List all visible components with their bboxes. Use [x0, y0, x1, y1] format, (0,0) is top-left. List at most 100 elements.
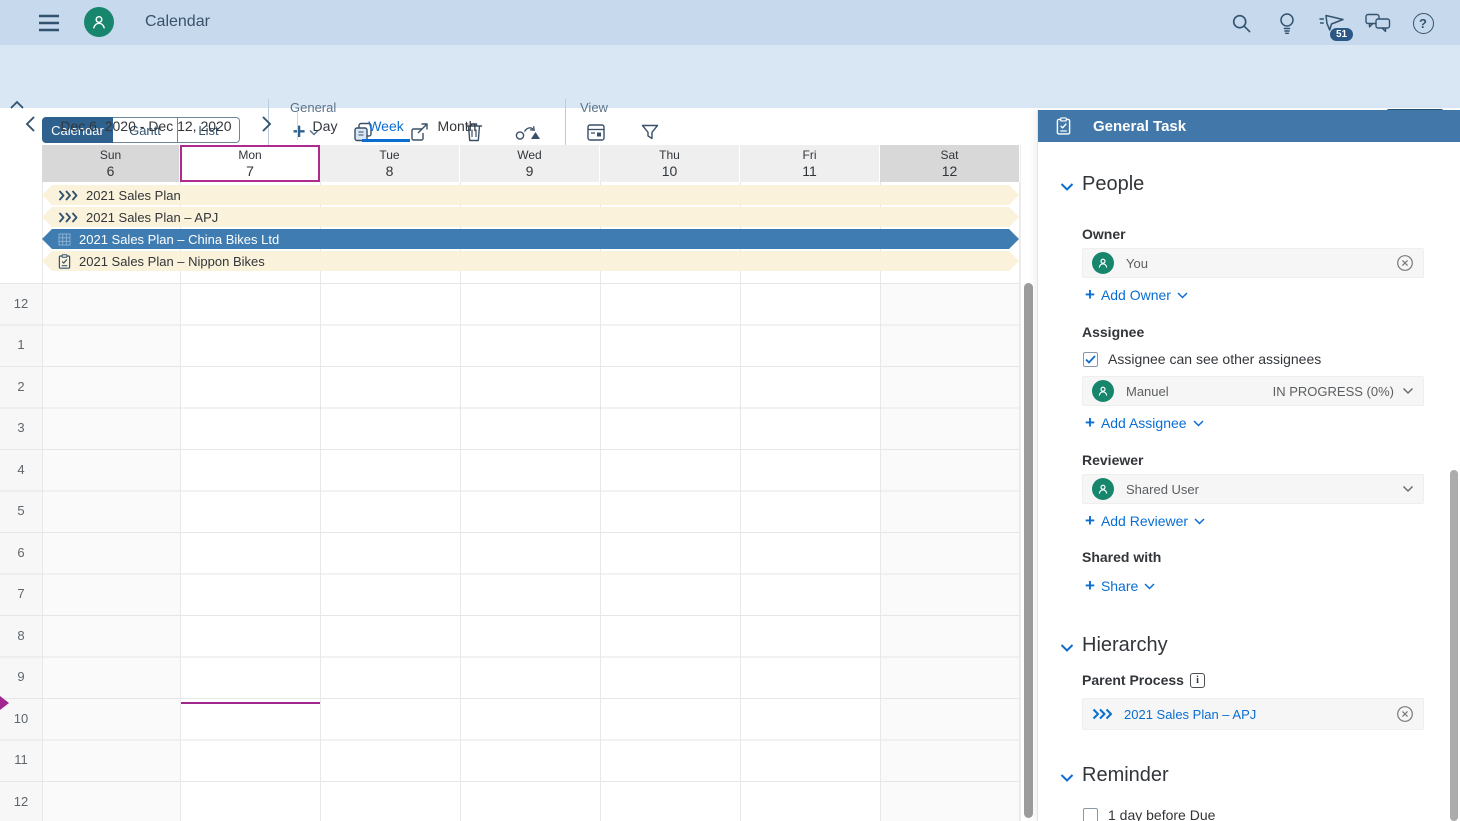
assignee-status: IN PROGRESS (0%) [1273, 384, 1394, 399]
reviewer-row[interactable]: Shared User [1082, 474, 1424, 504]
day-header-tue[interactable]: Tue 8 [320, 145, 460, 182]
hour-label: 3 [0, 407, 42, 448]
plus-icon: + [1085, 288, 1095, 302]
avatar-icon [1092, 252, 1114, 274]
suggestions-button[interactable] [1275, 11, 1299, 35]
collapse-reminder-chevron[interactable] [1060, 773, 1074, 783]
hamburger-icon [38, 14, 60, 32]
avatar-icon [1092, 478, 1114, 500]
person-icon [89, 12, 109, 32]
owner-name: You [1126, 256, 1148, 271]
event-2021-sales-plan[interactable]: 2021 Sales Plan [42, 185, 1019, 205]
reminder-option: 1 day before Due [1083, 807, 1215, 821]
convert-to-milestone-button[interactable] [515, 120, 541, 144]
owner-label: Owner [1082, 226, 1126, 242]
user-avatar[interactable] [84, 7, 114, 37]
date-range-label[interactable]: Dec 6, 2020 - Dec 12, 2020 [60, 118, 232, 134]
day-header-mon-selected[interactable]: Mon 7 [180, 145, 320, 182]
chevron-right-icon [262, 116, 272, 132]
event-2021-sales-plan-nippon-bikes[interactable]: 2021 Sales Plan – Nippon Bikes [42, 251, 1019, 271]
next-week-button[interactable] [259, 116, 275, 132]
remove-owner-button[interactable] [1396, 254, 1414, 272]
hour-label: 9 [0, 656, 42, 697]
time-grid[interactable] [0, 283, 1020, 821]
milestone-convert-icon [515, 123, 541, 141]
add-owner-button[interactable]: + Add Owner [1085, 287, 1188, 303]
search-button[interactable] [1229, 11, 1253, 35]
chevron-left-icon [25, 116, 35, 132]
reviewer-name: Shared User [1126, 482, 1199, 497]
task-clipboard-icon [1056, 117, 1071, 135]
calendar-view-icon [586, 122, 606, 142]
event-2021-sales-plan-apj[interactable]: 2021 Sales Plan – APJ [42, 207, 1019, 227]
plus-icon: + [1085, 579, 1095, 593]
calendar-app: Calendar 51 ? [0, 0, 1460, 821]
hour-label: 7 [0, 573, 42, 614]
hour-label: 2 [0, 366, 42, 407]
event-title: 2021 Sales Plan [86, 188, 181, 203]
task-clipboard-icon [58, 254, 71, 269]
app-title: Calendar [145, 13, 210, 31]
tab-day[interactable]: Day [308, 118, 342, 134]
search-icon [1231, 13, 1252, 34]
day-header-sat[interactable]: Sat 12 [880, 145, 1020, 182]
help-button[interactable]: ? [1411, 11, 1435, 35]
selected-tab-underline [362, 139, 410, 142]
reviewer-dropdown-chevron[interactable] [1402, 485, 1414, 493]
day-header-fri[interactable]: Fri 11 [740, 145, 880, 182]
add-assignee-button[interactable]: + Add Assignee [1085, 415, 1204, 431]
status-dropdown-chevron[interactable] [1402, 387, 1414, 395]
hour-label: 11 [0, 739, 42, 780]
parent-process-label: Parent Process i [1082, 672, 1205, 688]
grid-icon [58, 233, 71, 246]
filter-button[interactable] [637, 120, 663, 144]
event-title: 2021 Sales Plan – APJ [86, 210, 218, 225]
lightbulb-icon [1278, 12, 1296, 35]
calendar-scrollbar-thumb[interactable] [1024, 283, 1033, 818]
assignee-visibility-text: Assignee can see other assignees [1108, 351, 1321, 367]
tab-month[interactable]: Month [434, 118, 480, 134]
info-icon[interactable]: i [1190, 673, 1205, 688]
hour-label: 8 [0, 615, 42, 656]
triple-chevron-icon [58, 212, 78, 223]
plus-icon: + [1085, 514, 1095, 528]
day-header-wed[interactable]: Wed 9 [460, 145, 600, 182]
share-button[interactable]: + Share [1085, 578, 1155, 594]
parent-process-row: 2021 Sales Plan – APJ [1082, 698, 1424, 730]
collapse-hierarchy-chevron[interactable] [1060, 643, 1074, 653]
avatar-icon [1092, 380, 1114, 402]
hour-label: 12 [0, 283, 42, 324]
hour-label: 6 [0, 532, 42, 573]
assignee-row[interactable]: Manuel IN PROGRESS (0%) [1082, 376, 1424, 406]
hierarchy-section-heading: Hierarchy [1082, 634, 1168, 657]
previous-week-button[interactable] [22, 116, 38, 132]
assignee-visibility-option: Assignee can see other assignees [1083, 351, 1321, 367]
notification-count-badge: 51 [1329, 27, 1354, 42]
toolbar: Calendar Gantt List General + [0, 45, 1460, 108]
event-title: 2021 Sales Plan – Nippon Bikes [79, 254, 265, 269]
checkbox-checked[interactable] [1083, 352, 1098, 367]
collapse-header-button[interactable] [10, 100, 26, 112]
checkbox-unchecked[interactable] [1083, 808, 1098, 821]
tab-week[interactable]: Week [362, 118, 410, 134]
day-header-thu[interactable]: Thu 10 [600, 145, 740, 182]
toolbar-divider [565, 99, 566, 145]
calendar-settings-button[interactable] [583, 120, 609, 144]
chevron-up-icon [10, 100, 26, 109]
add-reviewer-button[interactable]: + Add Reviewer [1085, 513, 1205, 529]
remove-parent-button[interactable] [1396, 705, 1414, 723]
chevron-down-icon [1194, 518, 1205, 525]
panel-scrollbar-thumb[interactable] [1450, 470, 1458, 821]
owner-row[interactable]: You [1082, 248, 1424, 278]
reminder-option-text: 1 day before Due [1108, 807, 1215, 821]
details-panel: General Task People Owner You + Add Owne… [1037, 110, 1460, 821]
parent-process-link[interactable]: 2021 Sales Plan – APJ [1124, 707, 1256, 722]
panel-header: General Task [1038, 110, 1460, 142]
menu-button[interactable] [38, 14, 60, 32]
day-header-sun[interactable]: Sun 6 [42, 145, 180, 182]
triple-chevron-icon [58, 190, 78, 201]
collapse-people-chevron[interactable] [1060, 182, 1074, 192]
hour-label: 1 [0, 324, 42, 365]
chat-button[interactable] [1366, 11, 1390, 35]
event-2021-sales-plan-china-bikes-selected[interactable]: 2021 Sales Plan – China Bikes Ltd [42, 229, 1019, 249]
